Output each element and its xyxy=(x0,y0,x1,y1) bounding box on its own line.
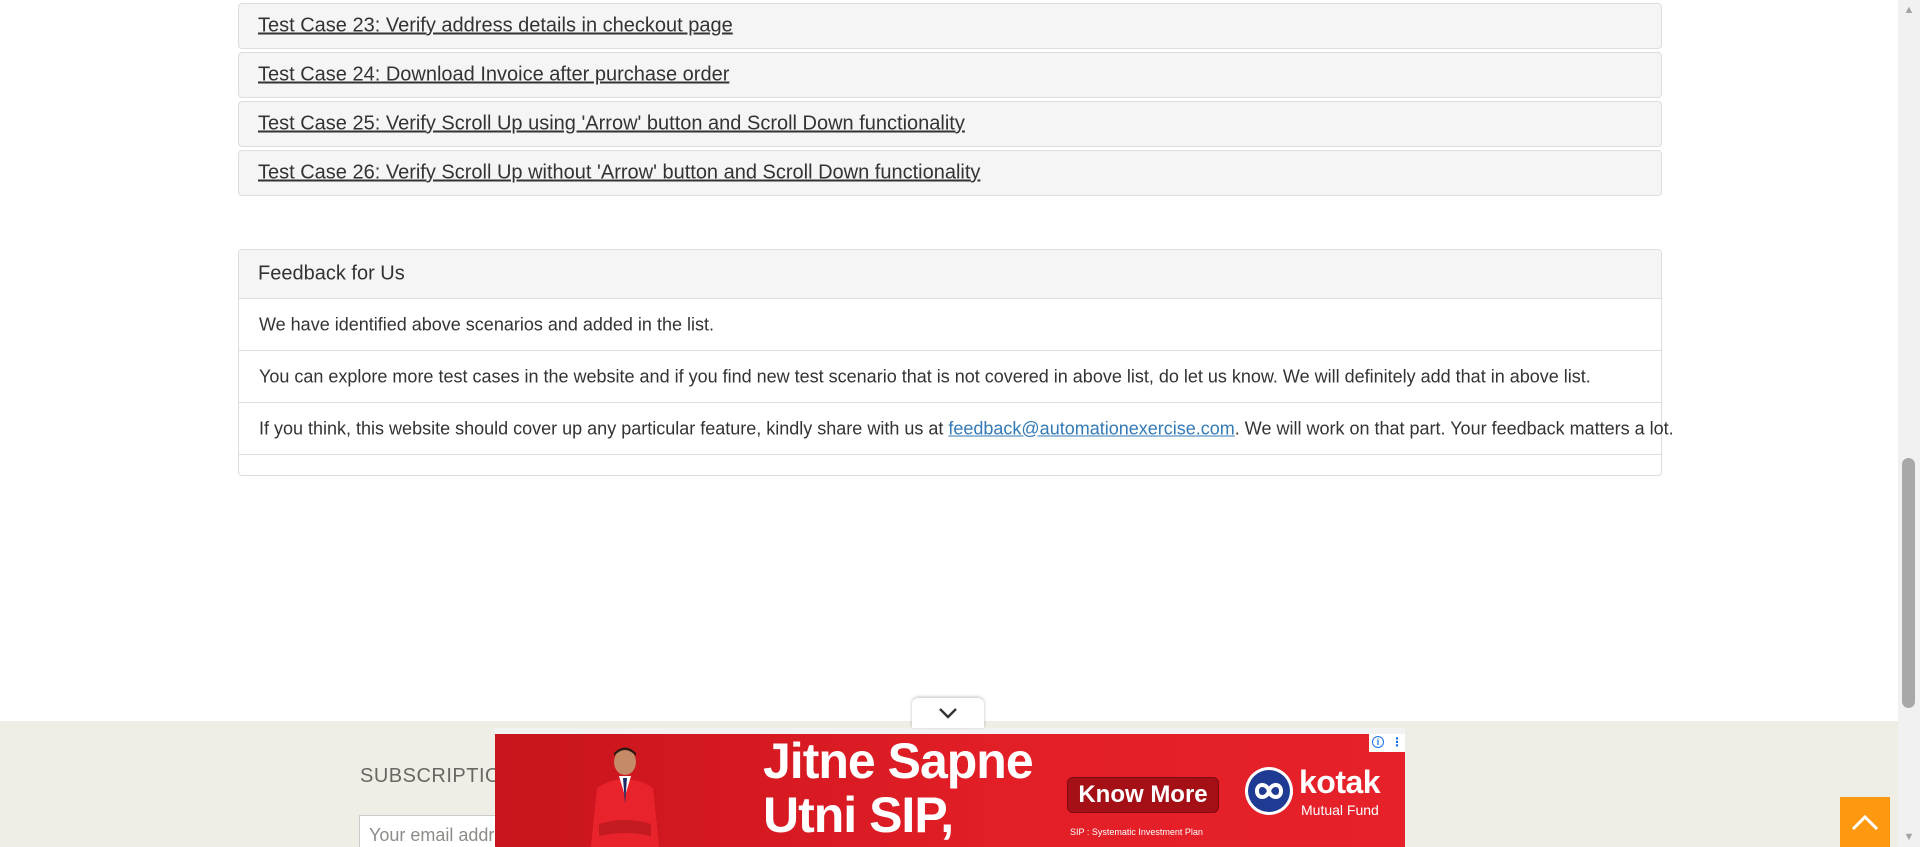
test-case-panel-24: Test Case 24: Download Invoice after pur… xyxy=(238,52,1662,98)
ad-collapse-button[interactable] xyxy=(912,698,984,728)
feedback-line-1: We have identified above scenarios and a… xyxy=(259,314,714,334)
kotak-logo-icon xyxy=(1245,767,1293,815)
ad-know-more-button[interactable]: Know More xyxy=(1067,777,1219,813)
chevron-up-icon xyxy=(1851,814,1879,831)
ad-brand-sub: Mutual Fund xyxy=(1301,802,1379,818)
ad-headline-line-1: Jitne Sapne xyxy=(763,733,1034,789)
page: Test Case 23: Verify address details in … xyxy=(0,0,1920,847)
info-icon[interactable]: i xyxy=(1372,736,1384,748)
scroll-up-arrow-icon[interactable]: ▲ xyxy=(1898,2,1920,18)
feedback-row-1: We have identified above scenarios and a… xyxy=(239,299,1661,351)
ad-note: SIP : Systematic Investment Plan xyxy=(1070,827,1203,837)
feedback-line-2: You can explore more test cases in the w… xyxy=(259,366,1591,386)
test-case-25-link[interactable]: Test Case 25: Verify Scroll Up using 'Ar… xyxy=(258,113,965,136)
feedback-row-3: If you think, this website should cover … xyxy=(239,403,1674,455)
ad-banner[interactable]: Jitne Sapne Utni SIP, Know More SIP : Sy… xyxy=(495,728,1405,847)
test-case-panel-25: Test Case 25: Verify Scroll Up using 'Ar… xyxy=(238,101,1662,147)
ad-headline: Jitne Sapne Utni SIP, xyxy=(763,733,1034,843)
feedback-panel: Feedback for Us We have identified above… xyxy=(238,249,1674,476)
scrollbar-thumb[interactable] xyxy=(1902,458,1915,708)
feedback-line-3-before: If you think, this website should cover … xyxy=(259,418,949,438)
subscription-title: SUBSCRIPTION xyxy=(360,765,517,787)
feedback-row-2: You can explore more test cases in the w… xyxy=(239,351,1661,403)
feedback-email-link[interactable]: feedback@automationexercise.com xyxy=(948,418,1234,438)
test-case-23-link[interactable]: Test Case 23: Verify address details in … xyxy=(258,15,733,38)
test-case-panel-23: Test Case 23: Verify address details in … xyxy=(238,3,1662,49)
ad-info-badge[interactable]: i ⋮ xyxy=(1369,734,1405,752)
chevron-down-icon xyxy=(939,708,957,719)
feedback-title: Feedback for Us xyxy=(258,262,405,285)
test-case-panel-26: Test Case 26: Verify Scroll Up without '… xyxy=(238,150,1662,196)
scroll-down-arrow-icon[interactable]: ▼ xyxy=(1898,829,1920,845)
test-case-24-link[interactable]: Test Case 24: Download Invoice after pur… xyxy=(258,64,729,87)
scroll-up-button[interactable] xyxy=(1840,797,1890,847)
more-options-icon[interactable]: ⋮ xyxy=(1391,735,1403,749)
feedback-panel-header: Feedback for Us xyxy=(239,250,1661,299)
feedback-line-3: If you think, this website should cover … xyxy=(259,418,1674,439)
ad-headline-line-2: Utni SIP, xyxy=(763,787,954,843)
ad-brand: kotak xyxy=(1299,764,1381,800)
ad-person-image xyxy=(590,747,660,847)
test-case-26-link[interactable]: Test Case 26: Verify Scroll Up without '… xyxy=(258,162,980,185)
page-scrollbar[interactable]: ▲ ▼ xyxy=(1898,0,1920,847)
feedback-line-3-after: . We will work on that part. Your feedba… xyxy=(1234,418,1674,438)
